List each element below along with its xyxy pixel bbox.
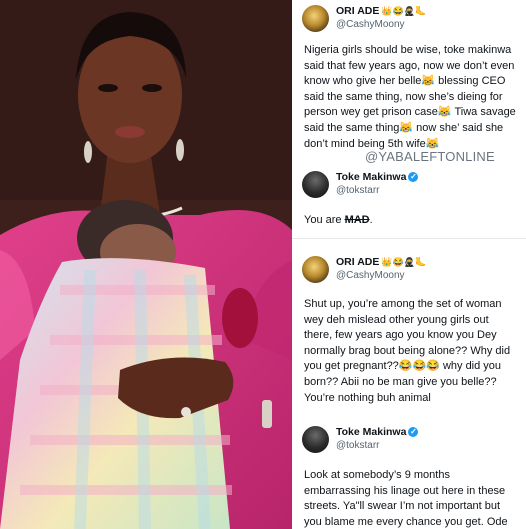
tweet-text: Shut up, you’re among the set of woman w… (304, 298, 511, 404)
tweet-text: You are MAD. (304, 213, 518, 229)
emoji-badges: 👑😂🥷🦶 (381, 6, 427, 16)
display-name[interactable]: Toke Makinwa (336, 426, 406, 438)
display-name[interactable]: ORI ADE (336, 256, 379, 268)
avatar[interactable] (302, 255, 329, 283)
tweet-4-header[interactable]: Toke Makinwa ✓ @tokstarr (302, 423, 419, 455)
tweet-text-prefix: You are (304, 214, 345, 226)
tweet-3-header[interactable]: ORI ADE 👑😂🥷🦶 @CashyMoony (302, 253, 426, 285)
avatar[interactable] (302, 425, 329, 453)
divider (292, 238, 526, 239)
tweet-text: Look at somebody’s 9 months embarrassing… (304, 469, 508, 528)
handle[interactable]: @tokstarr (336, 439, 418, 452)
tweet-2-header[interactable]: Toke Makinwa ✓ @tokstarr (302, 168, 419, 200)
avatar[interactable] (302, 4, 329, 32)
display-name[interactable]: ORI ADE (336, 5, 379, 17)
tweet-text: Nigeria girls should be wise, toke makin… (304, 44, 516, 150)
photo-mother-and-baby (0, 0, 292, 529)
tweet-text-suffix: . (369, 214, 373, 226)
tweet-text-struck: MAD (344, 214, 370, 226)
verified-badge-icon: ✓ (408, 172, 419, 182)
watermark: @YABALEFTONLINE (365, 149, 495, 164)
screenshot-collage: ORI ADE 👑😂🥷🦶 @CashyMoony Nigeria girls sh… (0, 0, 526, 529)
verified-badge-icon: ✓ (408, 427, 419, 437)
display-name[interactable]: Toke Makinwa (336, 171, 406, 183)
tweet-feed[interactable]: ORI ADE 👑😂🥷🦶 @CashyMoony Nigeria girls sh… (292, 0, 526, 529)
emoji-badges: 👑😂🥷🦶 (381, 257, 427, 267)
photo-illustration (0, 0, 292, 529)
handle[interactable]: @CashyMoony (336, 269, 426, 282)
tweet-1-header[interactable]: ORI ADE 👑😂🥷🦶 @CashyMoony (302, 2, 426, 34)
avatar[interactable] (302, 170, 329, 198)
handle[interactable]: @CashyMoony (336, 18, 426, 31)
handle[interactable]: @tokstarr (336, 184, 418, 197)
